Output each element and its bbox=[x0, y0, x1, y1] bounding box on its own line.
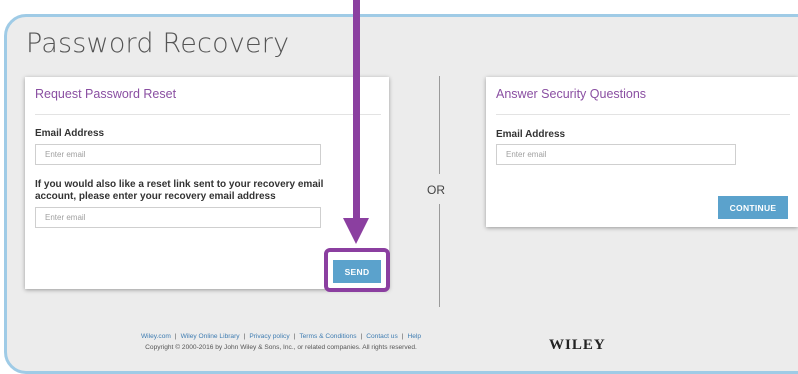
card-divider bbox=[496, 114, 790, 115]
email-input[interactable] bbox=[35, 144, 321, 165]
copyright-text: Copyright © 2000-2016 by John Wiley & So… bbox=[145, 344, 417, 351]
page-title: Password Recovery bbox=[26, 28, 290, 59]
card-divider bbox=[35, 114, 381, 115]
footer-link-wiley[interactable]: Wiley.com bbox=[141, 333, 171, 340]
or-label: OR bbox=[427, 183, 445, 197]
wiley-logo: WILEY bbox=[549, 337, 606, 353]
footer-link-terms[interactable]: Terms & Conditions bbox=[299, 333, 356, 340]
footer-separator: | bbox=[243, 333, 246, 340]
security-questions-card: Answer Security Questions Email Address … bbox=[486, 77, 798, 227]
footer-link-help[interactable]: Help bbox=[407, 333, 421, 340]
footer-link-privacy[interactable]: Privacy policy bbox=[249, 333, 289, 340]
footer-link-contact[interactable]: Contact us bbox=[366, 333, 398, 340]
footer-links: Wiley.com | Wiley Online Library | Privacy p… bbox=[0, 333, 562, 340]
email-label: Email Address bbox=[496, 129, 566, 140]
request-reset-title: Request Password Reset bbox=[35, 87, 177, 101]
separator-line-bottom bbox=[439, 204, 440, 307]
arrow-head bbox=[343, 218, 369, 244]
recovery-email-input[interactable] bbox=[35, 207, 321, 228]
footer-separator: | bbox=[293, 333, 296, 340]
footer-separator: | bbox=[174, 333, 177, 340]
recovery-label-line2: account, please enter your recovery emai… bbox=[35, 191, 276, 202]
separator-line-top bbox=[439, 76, 440, 174]
arrow-shaft bbox=[353, 0, 360, 222]
email-label: Email Address bbox=[35, 128, 105, 139]
footer-separator: | bbox=[360, 333, 363, 340]
footer-link-online-library[interactable]: Wiley Online Library bbox=[181, 333, 240, 340]
security-email-input[interactable] bbox=[496, 144, 736, 165]
footer-separator: | bbox=[401, 333, 404, 340]
recovery-label-line1: If you would also like a reset link sent… bbox=[35, 179, 324, 190]
security-questions-title: Answer Security Questions bbox=[496, 87, 647, 101]
send-button-highlight bbox=[324, 248, 390, 292]
continue-button[interactable]: CONTINUE bbox=[718, 196, 788, 219]
